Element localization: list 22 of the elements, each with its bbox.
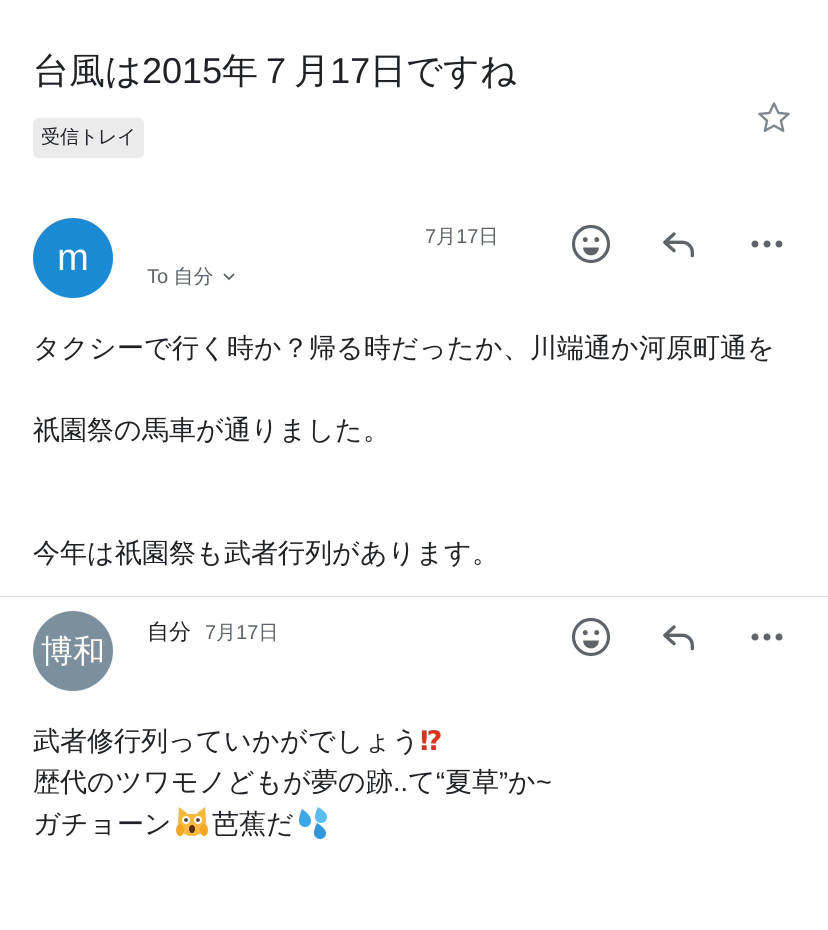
smiley-icon	[570, 616, 612, 658]
message-date: 7月17日	[205, 621, 278, 646]
message-text: 武者修行列っていかがでしょう	[33, 726, 420, 756]
message-text: 祇園祭の馬車が通りました。	[33, 415, 390, 445]
exclamation-question-mark: ⁉	[420, 726, 442, 757]
smiley-icon	[570, 223, 612, 265]
message-text: タクシーで行く時か？帰る時だったか、川端通か河原町通を	[33, 333, 775, 363]
chevron-down-icon	[222, 272, 236, 282]
inbox-label[interactable]: 受信トレイ	[33, 118, 144, 158]
more-icon	[749, 238, 785, 250]
message-date: 7月17日	[425, 225, 498, 250]
message-text: 歴代のツワモノどもが夢の跡..て“夏草”か~	[33, 767, 552, 797]
more-icon	[749, 631, 785, 643]
recipients-toggle[interactable]: To 自分	[147, 262, 236, 292]
sender-name: 自分	[147, 618, 191, 646]
email-subject: 台風は2015年７月17日ですね	[33, 49, 518, 93]
sender-avatar: m	[33, 218, 113, 298]
message-text: 芭蕉だ	[212, 809, 294, 839]
sweat-drops-icon	[296, 805, 330, 839]
message-text: ガチョーン	[33, 809, 172, 839]
sender-avatar: 博和	[33, 611, 113, 691]
message-text: 今年は祇園祭も武者行列があります。	[33, 538, 499, 568]
